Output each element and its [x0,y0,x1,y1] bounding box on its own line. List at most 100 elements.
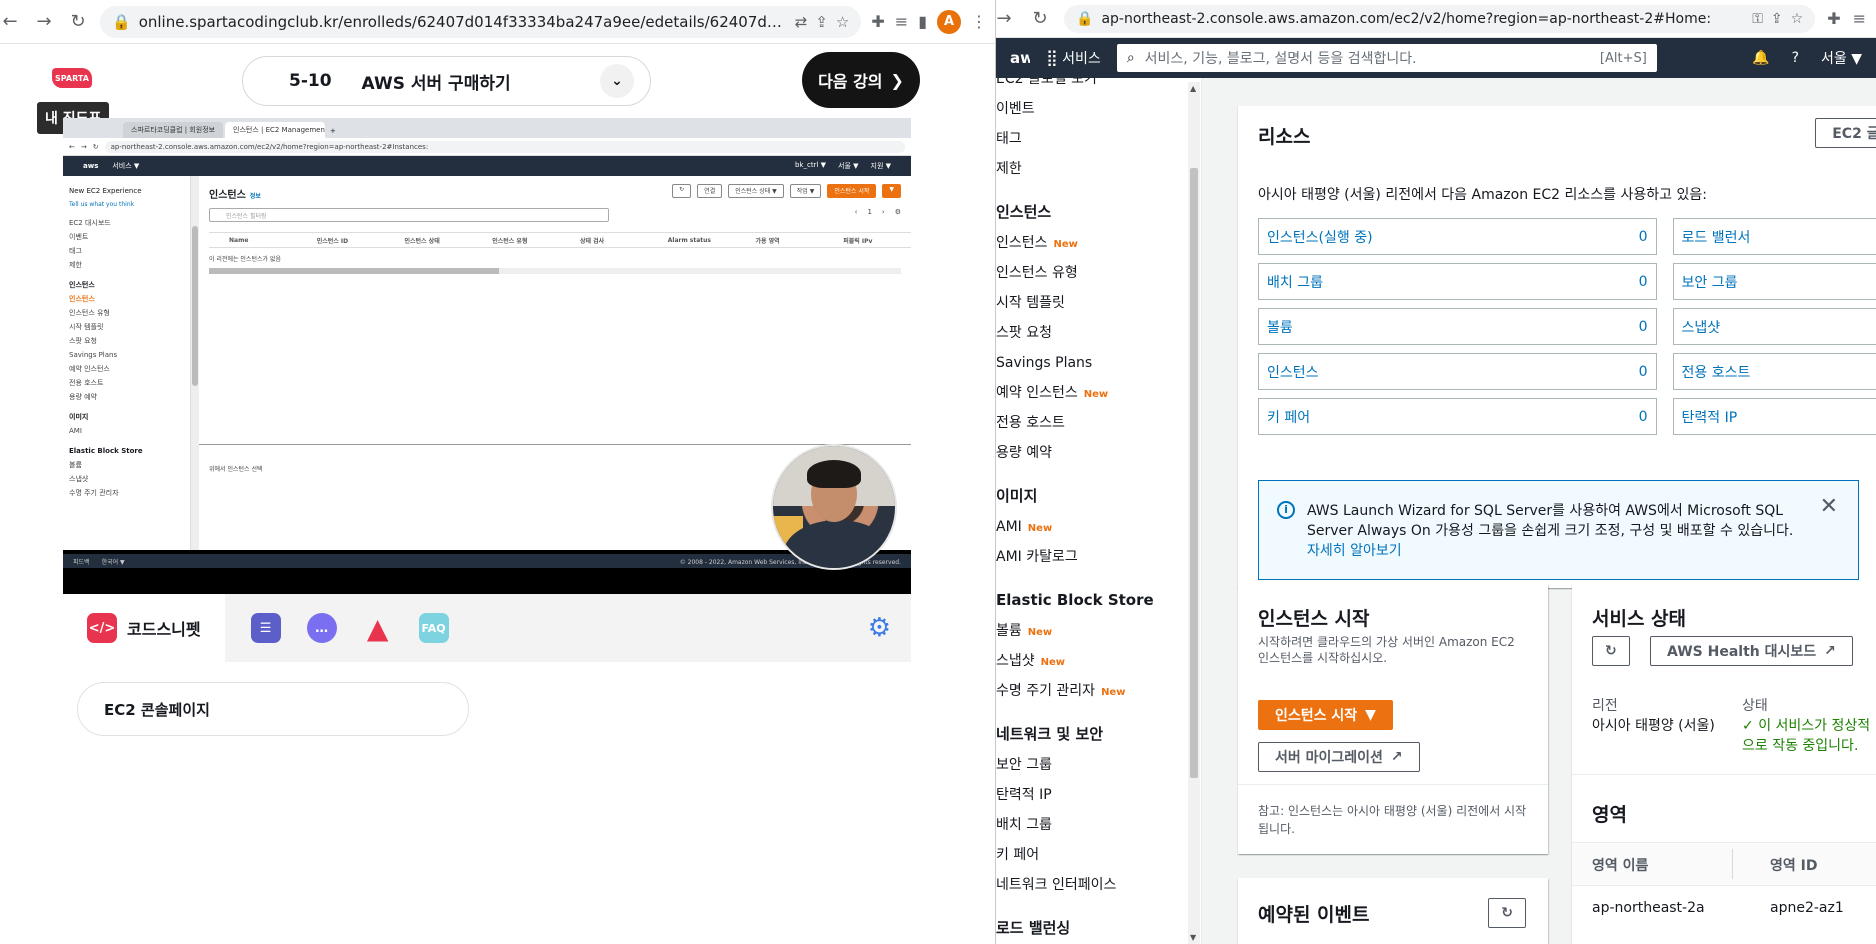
sidebar-item-instances[interactable]: 인스턴스 New [996,228,1201,258]
resource-load-balancers[interactable]: 로드 밸런서0 [1672,218,1876,255]
lecture-video[interactable]: 스파르타코딩클럽 | 회원정보 인스턴스 | EC2 Management C … [63,118,911,594]
sidebar-scroll-thumb[interactable] [1190,168,1198,778]
video-action-buttons: ↻ 연결 인스턴스 상태 ▼ 작업 ▼ 인스턴스 시작 ▼ [672,184,901,198]
sidebar-section-load-balancing[interactable]: 로드 밸런싱 [996,912,1201,944]
sidebar-item-snapshots[interactable]: 스냅샷 New [996,646,1201,676]
learn-more-link[interactable]: 자세히 알아보기 [1307,543,1402,559]
refresh-health-button[interactable]: ↻ [1592,636,1630,666]
sidebar-item-tags[interactable]: 태그 [996,124,1201,154]
bookmark-star-icon[interactable]: ☆ [1791,11,1804,27]
extensions-icon[interactable]: ✚ [1827,9,1840,28]
sidebar-section-ebs[interactable]: Elastic Block Store [996,584,1201,616]
sidebar-item-key-pairs[interactable]: 키 페어 [996,840,1201,870]
sidebar-section-instances[interactable]: 인스턴스 [996,196,1201,228]
resource-elastic-ips[interactable]: 탄력적 IP0 [1672,398,1876,435]
video-pager: ‹ 1 › ⚙ [855,208,901,216]
reload-icon[interactable]: ↻ [66,10,90,34]
sparta-logo[interactable]: SPARTA [52,68,92,88]
aws-search-input[interactable]: ⌕ 서비스, 기능, 블로그, 설명서 등을 검색합니다. [Alt+S] [1116,44,1657,72]
resource-dedicated-hosts[interactable]: 전용 호스트0 [1672,353,1876,390]
sidebar-item-spot-requests[interactable]: 스팟 요청 [996,318,1201,348]
services-menu[interactable]: ⣿ 서비스 [1046,48,1101,68]
global-view-button[interactable]: EC2 글로벌 보기↗ [1815,118,1876,148]
health-dashboard-button[interactable]: AWS Health 대시보드 ↗ [1650,636,1853,666]
more-menu-icon[interactable]: ⋮ [971,12,987,31]
sidebar-item-reserved-instances[interactable]: 예약 인스턴스 New [996,378,1201,408]
video-empty-message: 이 리전에는 인스턴스가 없음 [209,256,281,263]
sidebar-section-network[interactable]: 네트워크 및 보안 [996,718,1201,750]
resource-key-pairs[interactable]: 키 페어 0 [1258,398,1657,435]
snippet-item[interactable]: EC2 콘솔페이지 [77,682,469,736]
resource-security-groups[interactable]: 보안 그룹1 [1672,263,1876,300]
scroll-down-icon[interactable]: ▼ [1190,933,1196,942]
sidebar-item-limits[interactable]: 제한 [996,154,1201,184]
reading-list-icon[interactable]: ≡ [1853,9,1866,28]
sidebar-item-lifecycle-manager[interactable]: 수명 주기 관리자 New [996,676,1201,706]
scroll-up-icon[interactable]: ▲ [1190,84,1196,93]
region-selector[interactable]: 서울 ▼ [1821,48,1862,68]
resource-instances[interactable]: 인스턴스 0 [1258,353,1657,390]
resource-snapshots[interactable]: 스냅샷0 [1672,308,1876,345]
sidebar-item-network-interfaces[interactable]: 네트워크 인터페이스 [996,870,1201,900]
profile-avatar[interactable]: A [937,9,961,34]
sidebar-item-elastic-ips[interactable]: 탄력적 IP [996,780,1201,810]
reading-list-icon[interactable]: ≡ [895,12,908,31]
forward-icon[interactable]: → [996,7,1016,31]
chat-icon[interactable]: … [306,613,337,643]
sidebar-item-security-groups[interactable]: 보안 그룹 [996,750,1201,780]
sidebar-item-ami[interactable]: AMI New [996,512,1201,542]
resource-placement-groups[interactable]: 배치 그룹 0 [1258,263,1657,300]
aws-logo[interactable]: aws [1010,49,1030,67]
help-icon[interactable]: ? [1792,50,1799,66]
video-side-item: 스팟 요청 [69,337,97,345]
video-url: ap-northeast-2.console.aws.amazon.com/ec… [104,140,905,153]
close-icon[interactable]: ✕ [1820,496,1838,518]
video-side-section: 인스턴스 [69,281,95,289]
left-address-bar[interactable]: 🔒 online.spartacodingclub.kr/enrolleds/6… [100,5,862,38]
sidebar-item-events[interactable]: 이벤트 [996,94,1201,124]
notes-icon[interactable]: ☰ [250,613,281,643]
lecture-selector[interactable]: 5-10 AWS 서버 구매하기 ⌄ [242,56,651,106]
scheduled-events-panel: 예약된 이벤트 ↻ [1238,878,1548,944]
sidebar-item-dedicated-hosts[interactable]: 전용 호스트 [996,408,1201,438]
resources-description: 아시아 태평양 (서울) 리전에서 다음 Amazon EC2 리소스를 사용하… [1258,187,1707,203]
chevron-down-icon[interactable]: ⌄ [600,64,634,98]
right-address-bar[interactable]: 🔒 ap-northeast-2.console.aws.amazon.com/… [1064,4,1816,33]
share-icon[interactable]: ⇪ [815,13,828,31]
migrate-server-button[interactable]: 서버 마이그레이션 ↗ [1258,742,1420,772]
sidebar-item-instance-types[interactable]: 인스턴스 유형 [996,258,1201,288]
resource-running-instances[interactable]: 인스턴스(실행 중) 0 [1258,218,1657,255]
video-col: 인스턴스 상태 [404,237,440,245]
video-side-item: 인스턴스 유형 [69,309,110,317]
sidebar-section-images[interactable]: 이미지 [996,480,1201,512]
back-icon[interactable]: ← [0,10,22,34]
tab-code-snippet[interactable]: </> 코드스니펫 [63,594,225,662]
video-table-header: Name 인스턴스 ID 인스턴스 상태 인스턴스 유형 상태 검사 Alarm… [209,232,911,248]
reload-icon[interactable]: ↻ [1028,7,1052,31]
resource-volumes[interactable]: 볼륨 0 [1258,308,1657,345]
next-lecture-button[interactable]: 다음 강의 ❯ [802,52,920,108]
launch-instance-button[interactable]: 인스턴스 시작 ▼ [1258,700,1393,730]
next-lecture-label: 다음 강의 [818,72,883,91]
sidebar-item-placement-groups[interactable]: 배치 그룹 [996,810,1201,840]
key-icon[interactable]: ⚿ [1752,11,1763,27]
notifications-bell-icon[interactable]: 🔔 [1752,50,1769,66]
sidebar-item-global-view[interactable]: EC2 글로벌 보기 [996,78,1201,94]
refresh-events-button[interactable]: ↻ [1488,898,1526,928]
sidebar-scrollbar[interactable]: ▲ ▼ [1188,82,1200,944]
sidebar-item-volumes[interactable]: 볼륨 New [996,616,1201,646]
sidebar-item-ami-catalog[interactable]: AMI 카탈로그 [996,542,1201,572]
gear-icon[interactable]: ⚙ [868,613,891,643]
translate-icon[interactable]: ⇄ [795,13,808,31]
faq-icon[interactable]: FAQ [418,613,449,643]
sidebar-item-savings-plans[interactable]: Savings Plans [996,348,1201,378]
share-icon[interactable]: ⇪ [1771,11,1783,27]
sidebar-item-capacity-reservations[interactable]: 용량 예약 [996,438,1201,468]
bookmark-star-icon[interactable]: ☆ [836,13,849,31]
extensions-icon[interactable]: ✚ [871,12,884,31]
side-panel-icon[interactable]: ▮ [918,12,927,31]
warning-icon[interactable]: ▲ [363,612,393,645]
launch-note: 참고: 인스턴스는 아시아 태평양 (서울) 리전에서 시작됩니다. [1258,804,1527,836]
sidebar-item-launch-templates[interactable]: 시작 템플릿 [996,288,1201,318]
forward-icon[interactable]: → [32,10,56,34]
